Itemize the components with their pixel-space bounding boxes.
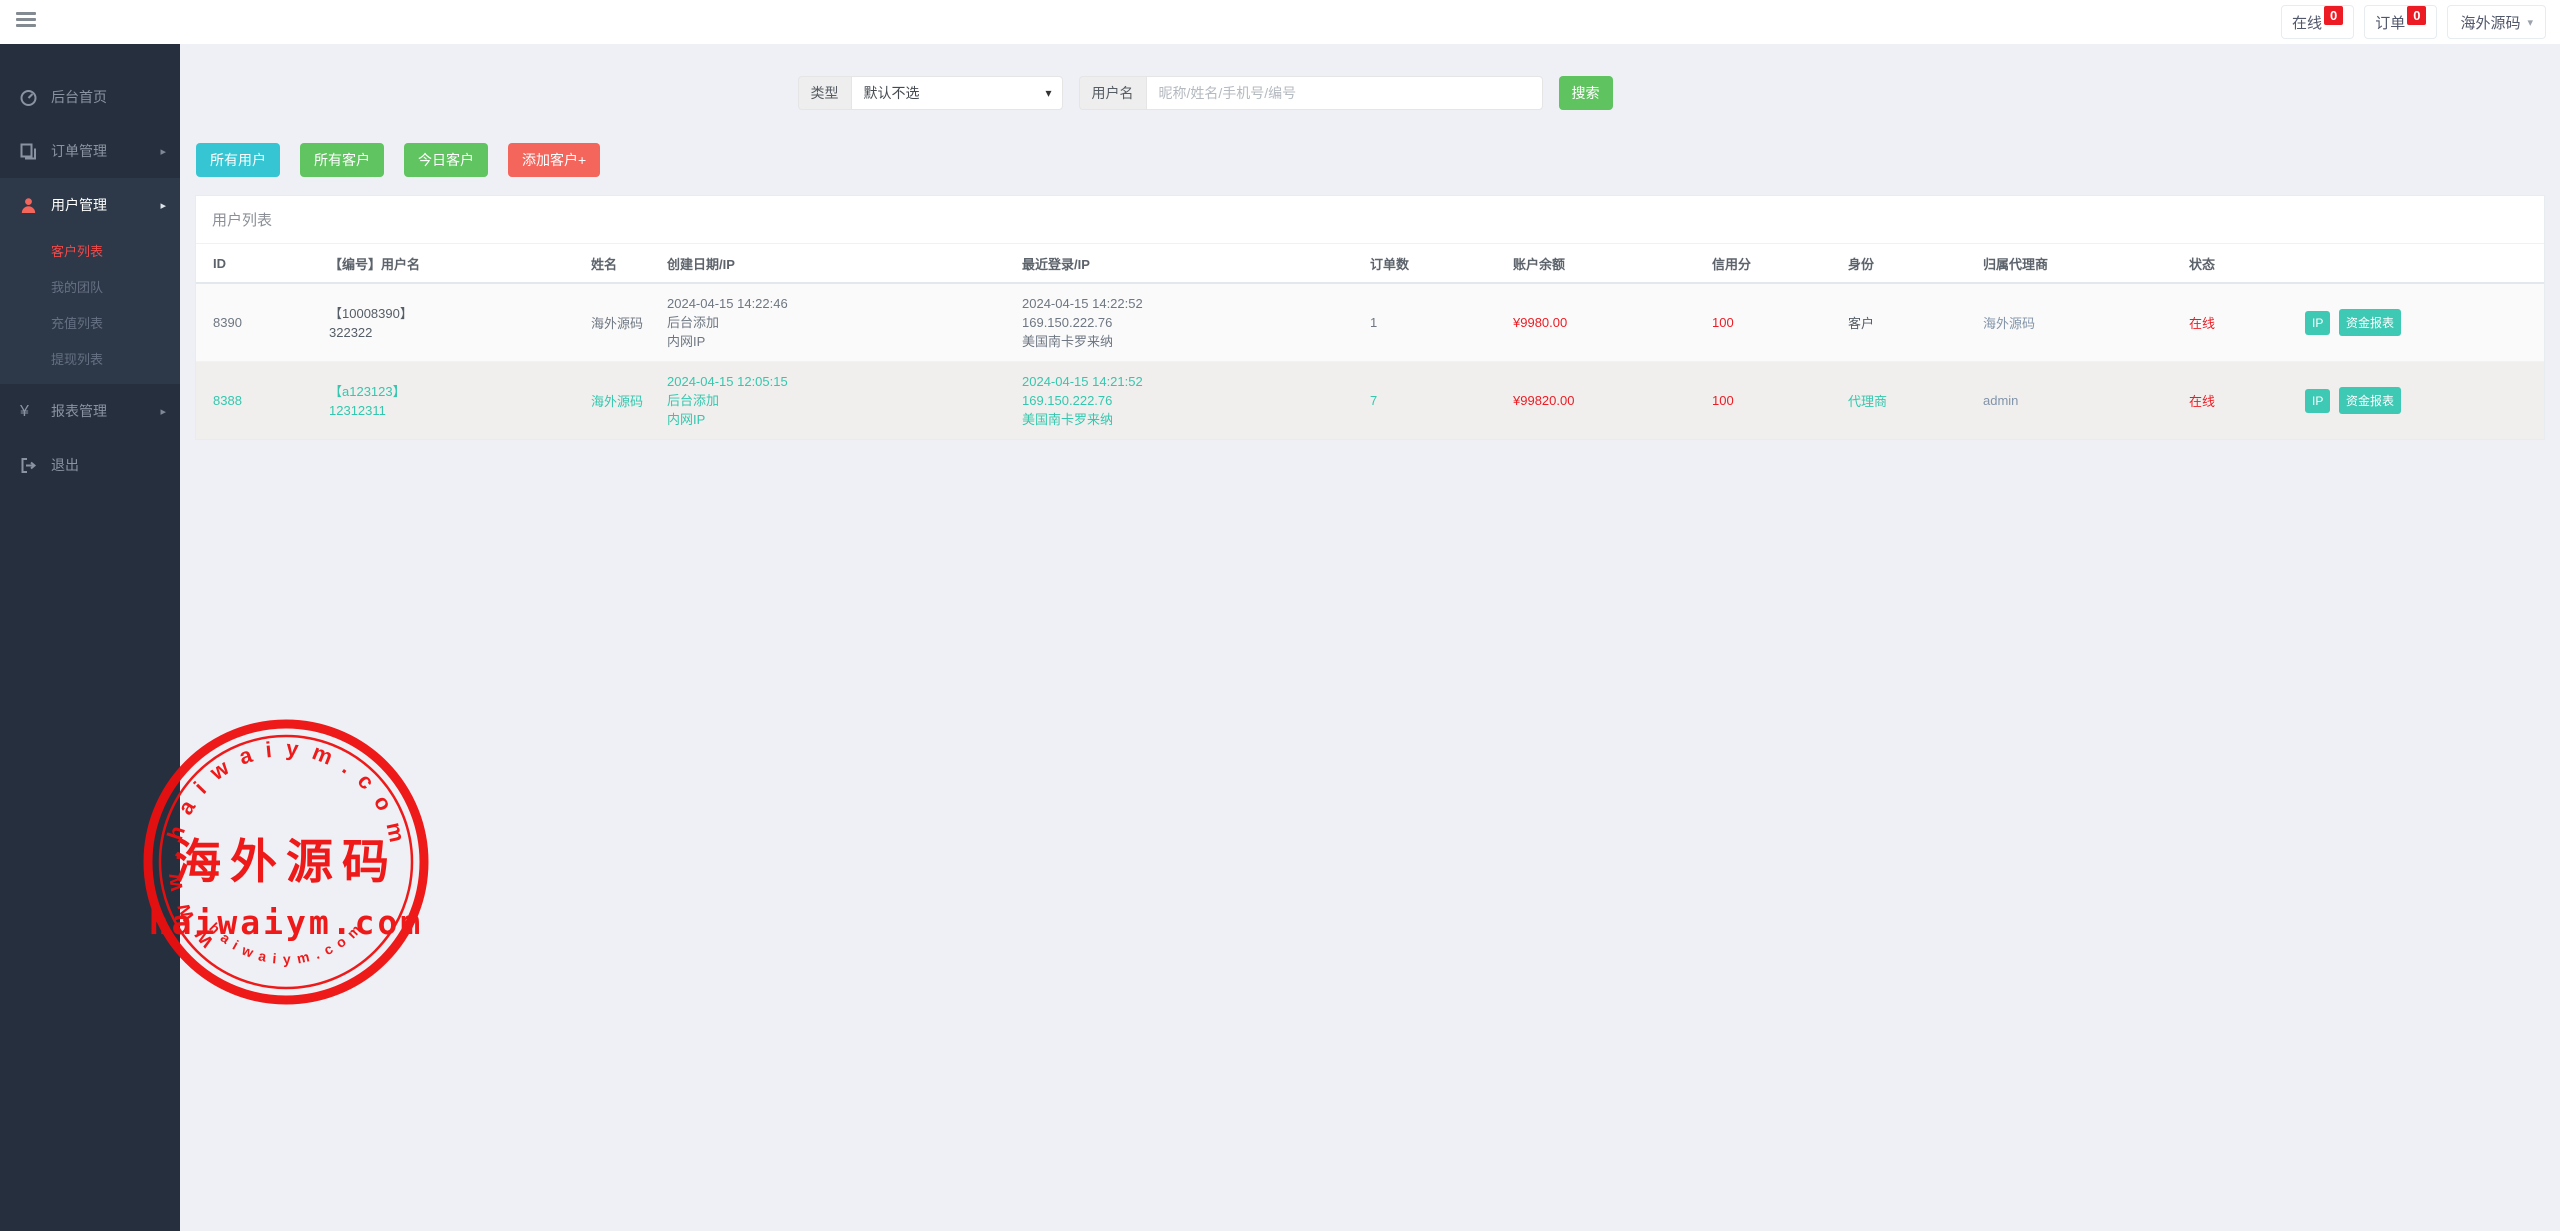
- col-actions: [2297, 244, 2544, 283]
- cell-credit: 100: [1704, 362, 1840, 440]
- panel-title: 用户列表: [196, 196, 2544, 244]
- col-name: 姓名: [583, 244, 659, 283]
- user-dropdown[interactable]: 海外源码 ▾: [2447, 5, 2546, 39]
- online-count-badge: 0: [2324, 6, 2343, 25]
- online-label: 在线: [2292, 12, 2322, 33]
- cell-balance: ¥99820.00: [1505, 362, 1704, 440]
- username-search-input[interactable]: [1146, 76, 1543, 110]
- sidebar-item-label: 后台首页: [51, 87, 107, 107]
- sidebar-item-recharge-list[interactable]: 充值列表: [0, 304, 180, 340]
- sidebar-item-label: 订单管理: [51, 141, 107, 161]
- sidebar-item-reports[interactable]: ¥ 报表管理 ▸: [0, 384, 180, 438]
- cell-role: 客户: [1840, 283, 1975, 362]
- dashboard-icon: [20, 89, 37, 106]
- col-created: 创建日期/IP: [659, 244, 1014, 283]
- user-list-panel: 用户列表 ID 【编号】用户名 姓名 创建日期/IP 最近登录/IP 订单数 账…: [195, 195, 2545, 440]
- orders-label: 订单: [2375, 12, 2405, 33]
- col-agent: 归属代理商: [1975, 244, 2181, 283]
- navbar-right-group: 在线 0 订单 0 海外源码 ▾: [2281, 5, 2546, 39]
- filter-row: 类型 默认不选 ▾ 用户名 搜索: [180, 44, 2560, 110]
- add-customer-button[interactable]: 添加客户+: [508, 143, 600, 177]
- cell-name: 海外源码: [583, 283, 659, 362]
- type-filter-select[interactable]: 默认不选 ▾: [851, 76, 1063, 110]
- top-navbar: 在线 0 订单 0 海外源码 ▾: [0, 0, 2560, 44]
- chevron-down-icon: ▾: [2527, 16, 2533, 29]
- chevron-right-icon: ▸: [160, 145, 166, 158]
- table-row: 8390 【10008390】 322322 海外源码 2024-04-15 1…: [196, 283, 2544, 362]
- cell-agent[interactable]: admin: [1975, 362, 2181, 440]
- cell-name: 海外源码: [583, 362, 659, 440]
- user-dropdown-label: 海外源码: [2460, 12, 2520, 33]
- sidebar-item-my-team[interactable]: 我的团队: [0, 268, 180, 304]
- cell-id: 8388: [196, 362, 321, 440]
- cell-username: 【10008390】 322322: [321, 283, 583, 362]
- cell-id: 8390: [196, 283, 321, 362]
- status-badge: 在线: [2181, 283, 2297, 362]
- cell-credit: 100: [1704, 283, 1840, 362]
- type-filter-group: 类型 默认不选 ▾: [798, 76, 1063, 110]
- cell-role: 代理商: [1840, 362, 1975, 440]
- col-username: 【编号】用户名: [321, 244, 583, 283]
- orders-count-badge: 0: [2407, 6, 2426, 25]
- col-id: ID: [196, 244, 321, 283]
- main-content: 类型 默认不选 ▾ 用户名 搜索 所有用户 所有客户 今日客户 添加客户+ 用户…: [180, 44, 2560, 1231]
- cell-username: 【a123123】 12312311: [321, 362, 583, 440]
- all-users-button[interactable]: 所有用户: [196, 143, 280, 177]
- cell-balance: ¥9980.00: [1505, 283, 1704, 362]
- cell-agent[interactable]: 海外源码: [1975, 283, 2181, 362]
- chevron-right-icon: ▸: [160, 199, 166, 212]
- ip-button[interactable]: IP: [2305, 389, 2330, 413]
- sidebar-item-home[interactable]: 后台首页: [0, 70, 180, 124]
- search-button[interactable]: 搜索: [1559, 76, 1613, 110]
- type-filter-label: 类型: [798, 76, 851, 110]
- col-last-login: 最近登录/IP: [1014, 244, 1362, 283]
- type-filter-value: 默认不选: [864, 83, 920, 103]
- documents-icon: [20, 143, 37, 160]
- user-icon: [20, 197, 37, 214]
- toolbar: 所有用户 所有客户 今日客户 添加客户+: [180, 110, 2560, 177]
- username-filter-group: 用户名: [1079, 76, 1543, 110]
- table-header-row: ID 【编号】用户名 姓名 创建日期/IP 最近登录/IP 订单数 账户余额 信…: [196, 244, 2544, 283]
- cell-last-login: 2024-04-15 14:22:52 169.150.222.76 美国南卡罗…: [1014, 283, 1362, 362]
- sidebar-item-logout[interactable]: 退出: [0, 438, 180, 492]
- sidebar-group-users: 用户管理 ▸ 客户列表 我的团队 充值列表 提现列表: [0, 178, 180, 384]
- cell-created: 2024-04-15 14:22:46 后台添加 内网IP: [659, 283, 1014, 362]
- sidebar-item-label: 用户管理: [51, 195, 107, 215]
- col-role: 身份: [1840, 244, 1975, 283]
- sidebar-item-label: 退出: [51, 455, 79, 475]
- sidebar-item-customer-list[interactable]: 客户列表: [0, 232, 180, 268]
- cell-created: 2024-04-15 12:05:15 后台添加 内网IP: [659, 362, 1014, 440]
- users-submenu: 客户列表 我的团队 充值列表 提现列表: [0, 232, 180, 384]
- username-filter-label: 用户名: [1079, 76, 1146, 110]
- sidebar-item-orders[interactable]: 订单管理 ▸: [0, 124, 180, 178]
- logout-icon: [20, 457, 37, 474]
- sidebar-item-label: 报表管理: [51, 401, 107, 421]
- sidebar-item-users[interactable]: 用户管理 ▸: [0, 178, 180, 232]
- col-status: 状态: [2181, 244, 2297, 283]
- col-balance: 账户余额: [1505, 244, 1704, 283]
- cell-last-login: 2024-04-15 14:21:52 169.150.222.76 美国南卡罗…: [1014, 362, 1362, 440]
- user-table: ID 【编号】用户名 姓名 创建日期/IP 最近登录/IP 订单数 账户余额 信…: [196, 244, 2544, 439]
- yen-icon: ¥: [20, 403, 37, 420]
- fund-report-button[interactable]: 资金报表: [2339, 387, 2401, 414]
- ip-button[interactable]: IP: [2305, 311, 2330, 335]
- orders-count-button[interactable]: 订单 0: [2364, 5, 2437, 39]
- chevron-right-icon: ▸: [160, 405, 166, 418]
- cell-actions: IP 资金报表: [2297, 362, 2544, 440]
- online-count-button[interactable]: 在线 0: [2281, 5, 2354, 39]
- today-customers-button[interactable]: 今日客户: [404, 143, 488, 177]
- sidebar: 后台首页 订单管理 ▸ 用户管理 ▸ 客户列表 我的团队 充值列表 提现列表: [0, 44, 180, 1231]
- all-customers-button[interactable]: 所有客户: [300, 143, 384, 177]
- sidebar-item-withdraw-list[interactable]: 提现列表: [0, 340, 180, 376]
- col-orders: 订单数: [1362, 244, 1505, 283]
- fund-report-button[interactable]: 资金报表: [2339, 309, 2401, 336]
- hamburger-menu-icon[interactable]: [16, 12, 38, 32]
- select-caret-icon: ▾: [1045, 86, 1051, 100]
- cell-actions: IP 资金报表: [2297, 283, 2544, 362]
- cell-orders: 7: [1362, 362, 1505, 440]
- col-credit: 信用分: [1704, 244, 1840, 283]
- status-badge: 在线: [2181, 362, 2297, 440]
- cell-orders: 1: [1362, 283, 1505, 362]
- table-row: 8388 【a123123】 12312311 海外源码 2024-04-15 …: [196, 362, 2544, 440]
